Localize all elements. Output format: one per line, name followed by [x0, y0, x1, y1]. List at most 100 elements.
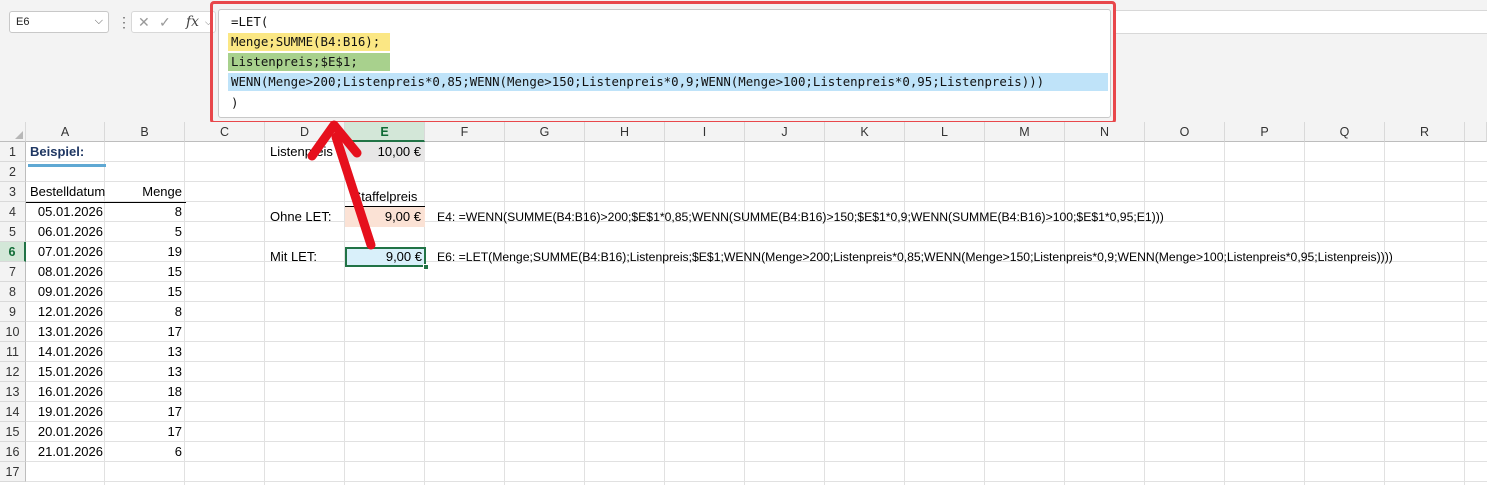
order-quantity[interactable]: 6: [105, 442, 186, 462]
row-header-6[interactable]: 6: [0, 242, 26, 262]
order-date[interactable]: 06.01.2026: [27, 222, 107, 242]
row-header-1[interactable]: 1: [0, 142, 26, 162]
column-header-g[interactable]: G: [505, 122, 585, 142]
row-header-7[interactable]: 7: [0, 262, 26, 282]
row-header-3[interactable]: 3: [0, 182, 26, 202]
grid-column-line: [584, 142, 585, 485]
select-all-corner[interactable]: [0, 122, 26, 142]
order-date[interactable]: 09.01.2026: [27, 282, 107, 302]
column-header-c[interactable]: C: [185, 122, 265, 142]
name-box[interactable]: E6 ⌵: [9, 11, 109, 33]
cancel-x-icon[interactable]: ✕: [138, 14, 150, 31]
column-header-d[interactable]: D: [265, 122, 345, 142]
order-quantity[interactable]: 18: [105, 382, 186, 402]
order-quantity[interactable]: 19: [105, 242, 186, 262]
order-date[interactable]: 21.01.2026: [27, 442, 107, 462]
grid-row-line: [26, 201, 1487, 202]
list-price-value[interactable]: 10,00 €: [345, 142, 425, 162]
order-quantity[interactable]: 17: [105, 422, 186, 442]
column-header-l[interactable]: L: [905, 122, 985, 142]
tier-price-header[interactable]: Staffelpreis: [345, 187, 425, 207]
grid-row-line: [26, 401, 1487, 402]
list-price-label[interactable]: Listenpreis: [267, 142, 345, 162]
row-header-8[interactable]: 8: [0, 282, 26, 302]
order-date[interactable]: 19.01.2026: [27, 402, 107, 422]
column-header-a[interactable]: A: [26, 122, 105, 142]
grid-row-line: [26, 381, 1487, 382]
order-quantity[interactable]: 17: [105, 322, 186, 342]
row-header-9[interactable]: 9: [0, 302, 26, 322]
column-header-i[interactable]: I: [665, 122, 745, 142]
order-quantity[interactable]: 13: [105, 342, 186, 362]
column-header-e[interactable]: E: [345, 122, 425, 142]
row-header-2[interactable]: 2: [0, 162, 26, 182]
column-header-p[interactable]: P: [1225, 122, 1305, 142]
order-quantity[interactable]: 15: [105, 282, 186, 302]
grid-row-line: [26, 241, 1487, 242]
formula-highlight-outline: [210, 1, 1116, 124]
order-date[interactable]: 15.01.2026: [27, 362, 107, 382]
row-header-4[interactable]: 4: [0, 202, 26, 222]
column-header-b[interactable]: B: [105, 122, 185, 142]
column-header-j[interactable]: J: [745, 122, 825, 142]
order-quantity[interactable]: 8: [105, 202, 186, 222]
insert-function-button[interactable]: fx: [186, 14, 199, 30]
column-header-n[interactable]: N: [1065, 122, 1145, 142]
with-let-formula[interactable]: E6: =LET(Menge;SUMME(B4:B16);Listenpreis…: [434, 247, 1484, 267]
order-date[interactable]: 20.01.2026: [27, 422, 107, 442]
row-header-14[interactable]: 14: [0, 402, 26, 422]
row-header-13[interactable]: 13: [0, 382, 26, 402]
grid-row-line: [26, 301, 1487, 302]
column-header-o[interactable]: O: [1145, 122, 1225, 142]
row-header-15[interactable]: 15: [0, 422, 26, 442]
column-header-k[interactable]: K: [825, 122, 905, 142]
column-header-q[interactable]: Q: [1305, 122, 1385, 142]
column-header-h[interactable]: H: [585, 122, 665, 142]
grid-column-line: [984, 142, 985, 485]
with-let-label[interactable]: Mit LET:: [267, 247, 345, 267]
header-quantity[interactable]: Menge: [105, 182, 186, 202]
order-quantity[interactable]: 5: [105, 222, 186, 242]
row-header-11[interactable]: 11: [0, 342, 26, 362]
row-header-16[interactable]: 16: [0, 442, 26, 462]
fill-handle[interactable]: [423, 264, 429, 270]
order-quantity[interactable]: 17: [105, 402, 186, 422]
order-date[interactable]: 05.01.2026: [27, 202, 107, 222]
grid-row-line: [26, 181, 1487, 182]
with-let-value[interactable]: 9,00 €: [345, 247, 426, 267]
header-date[interactable]: Bestelldatum: [27, 182, 105, 202]
grid-column-line: [824, 142, 825, 485]
row-header-5[interactable]: 5: [0, 222, 26, 242]
example-title[interactable]: Beispiel:: [27, 142, 117, 162]
order-date[interactable]: 07.01.2026: [27, 242, 107, 262]
order-quantity[interactable]: 15: [105, 262, 186, 282]
grid-column-line: [744, 142, 745, 485]
column-header-f[interactable]: F: [425, 122, 505, 142]
grid-column-line: [264, 142, 265, 485]
checkmark-icon[interactable]: ✓: [159, 14, 171, 31]
chevron-down-icon[interactable]: ⌵: [95, 15, 103, 28]
order-quantity[interactable]: 8: [105, 302, 186, 322]
grid-column-line: [664, 142, 665, 485]
without-let-label[interactable]: Ohne LET:: [267, 207, 345, 227]
grid-row-line: [26, 361, 1487, 362]
column-header-m[interactable]: M: [985, 122, 1065, 142]
without-let-value[interactable]: 9,00 €: [345, 207, 425, 227]
grid-column-line: [904, 142, 905, 485]
without-let-formula[interactable]: E4: =WENN(SUMME(B4:B16)>200;$E$1*0,85;WE…: [434, 207, 1334, 227]
order-date[interactable]: 13.01.2026: [27, 322, 107, 342]
grid-column-line: [1064, 142, 1065, 485]
row-header-10[interactable]: 10: [0, 322, 26, 342]
order-date[interactable]: 14.01.2026: [27, 342, 107, 362]
grid-row-line: [26, 481, 1487, 482]
order-date[interactable]: 12.01.2026: [27, 302, 107, 322]
grid-row-line: [26, 341, 1487, 342]
formula-buttons: ✕ ✓ fx ⌵: [131, 11, 216, 33]
order-date[interactable]: 16.01.2026: [27, 382, 107, 402]
column-header-r[interactable]: R: [1385, 122, 1465, 142]
row-header-12[interactable]: 12: [0, 362, 26, 382]
grid-row-line: [26, 441, 1487, 442]
row-header-17[interactable]: 17: [0, 462, 26, 482]
order-quantity[interactable]: 13: [105, 362, 186, 382]
order-date[interactable]: 08.01.2026: [27, 262, 107, 282]
